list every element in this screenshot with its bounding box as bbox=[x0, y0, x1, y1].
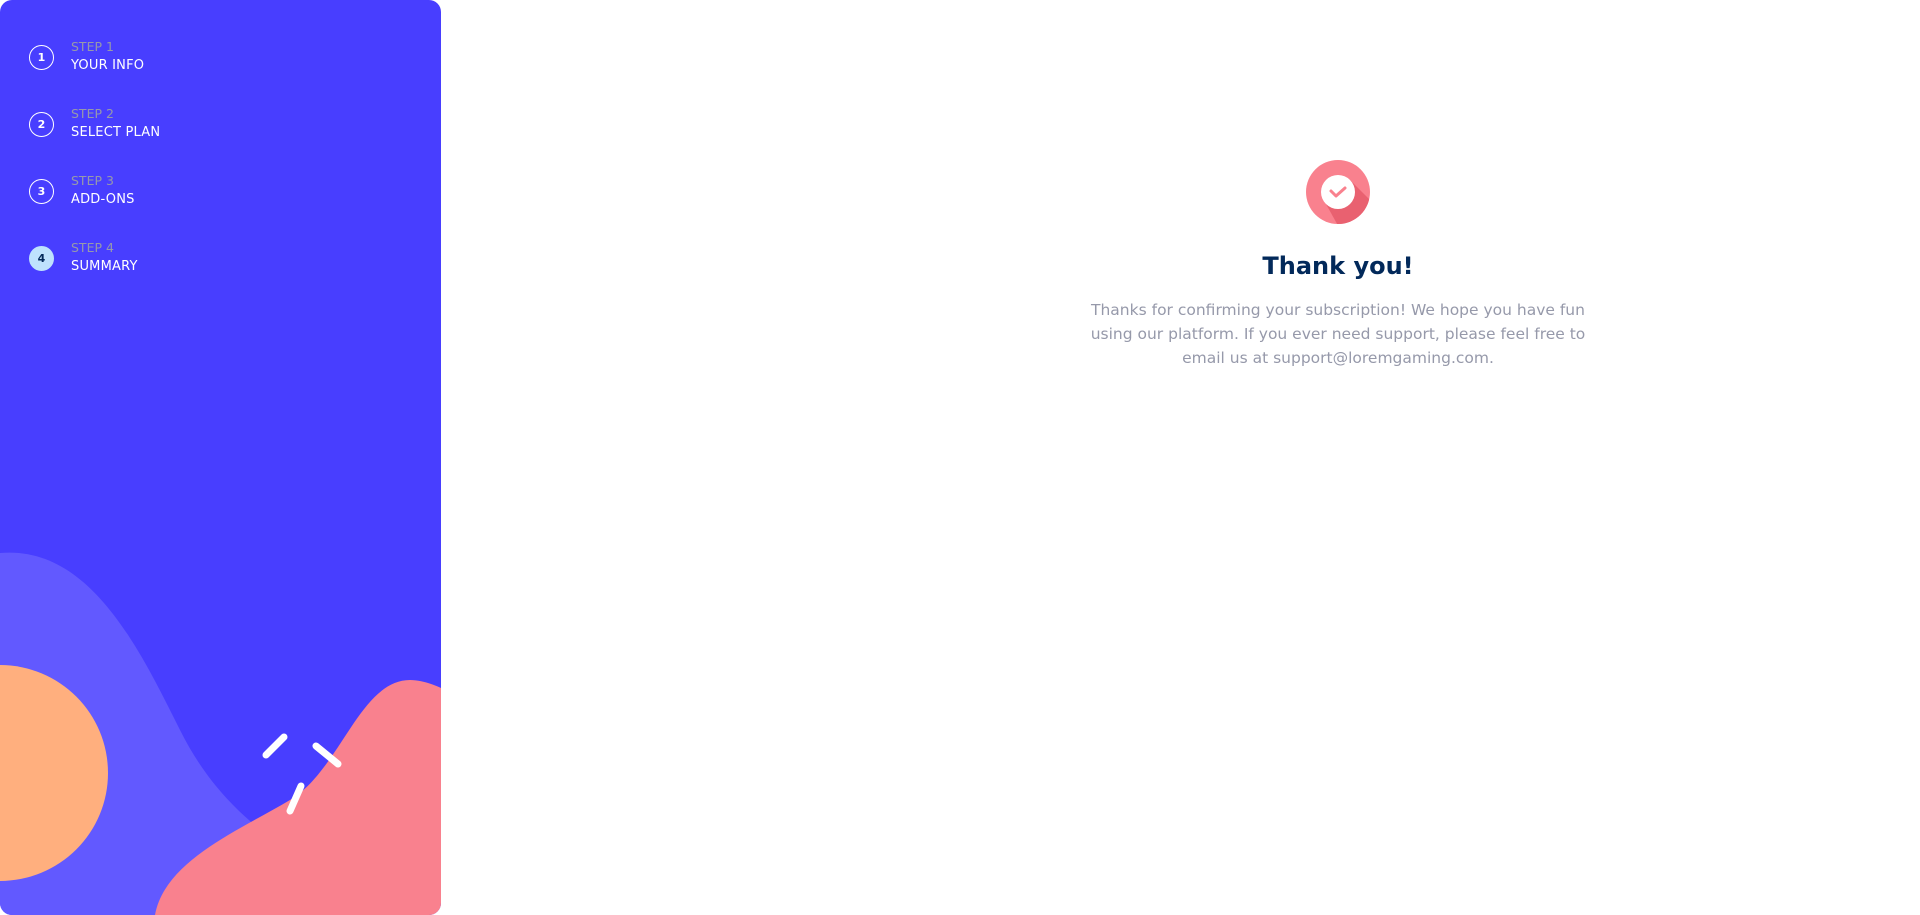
step-label: STEP 3 bbox=[71, 173, 114, 188]
step-title: SELECT PLAN bbox=[71, 125, 161, 140]
step-1[interactable]: 1 STEP 1 YOUR INFO bbox=[29, 38, 144, 76]
step-title: YOUR INFO bbox=[71, 58, 145, 73]
step-2[interactable]: 2 STEP 2 SELECT PLAN bbox=[29, 105, 160, 143]
step-title: ADD-ONS bbox=[71, 192, 135, 207]
main-content: Thank you! Thanks for confirming your su… bbox=[441, 0, 1920, 915]
step-title: SUMMARY bbox=[71, 259, 138, 274]
confirmation-message: Thanks for confirming your subscription!… bbox=[1090, 301, 1586, 367]
step-label: STEP 2 bbox=[71, 106, 114, 121]
step-number: 3 bbox=[29, 178, 54, 204]
step-4[interactable]: 4 STEP 4 SUMMARY bbox=[29, 239, 138, 277]
step-label: STEP 1 bbox=[71, 39, 114, 54]
page-title: Thank you! bbox=[1262, 252, 1414, 280]
step-label: STEP 4 bbox=[71, 240, 114, 255]
step-number: 2 bbox=[29, 111, 54, 137]
steps-sidebar: 1 STEP 1 YOUR INFO 2 STEP 2 SELECT PLAN 3 … bbox=[0, 0, 441, 915]
step-number: 4 bbox=[29, 245, 54, 271]
step-number: 1 bbox=[29, 44, 54, 70]
checkmark-circle-icon bbox=[1306, 160, 1370, 224]
thank-you-panel: Thank you! Thanks for confirming your su… bbox=[1042, 160, 1634, 370]
step-3[interactable]: 3 STEP 3 ADD-ONS bbox=[29, 172, 135, 210]
